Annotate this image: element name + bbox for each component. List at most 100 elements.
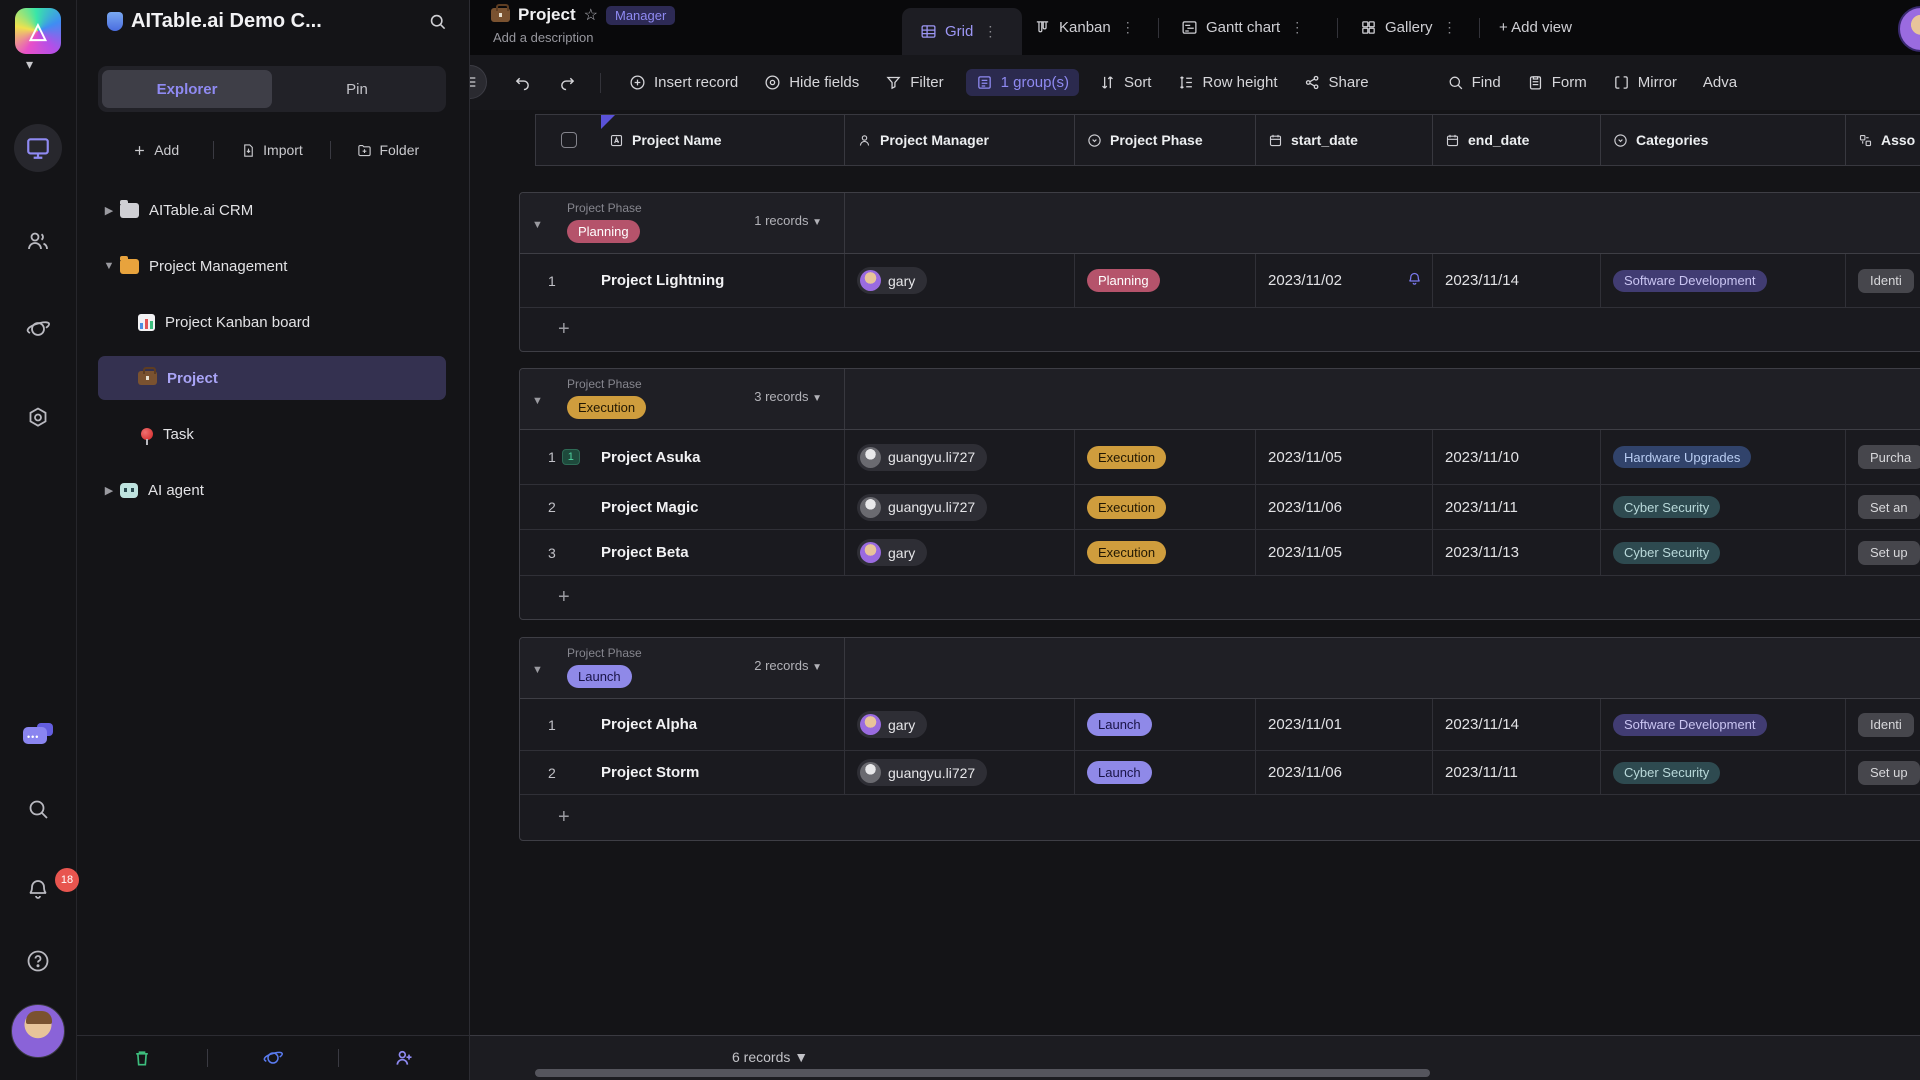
group-header[interactable]: ▼ Project Phase Execution 3 records ▼ <box>520 369 1920 430</box>
cell-project-name[interactable]: Project Storm <box>601 764 699 781</box>
table-row[interactable]: 2Project Magic guangyu.li727 Execution 2… <box>520 485 1920 530</box>
contacts-icon[interactable] <box>25 228 51 254</box>
hide-fields-button[interactable]: Hide fields <box>764 74 859 91</box>
cell-start-date[interactable]: 2023/11/06 <box>1268 764 1342 781</box>
space-title[interactable]: AITable.ai Demo C... <box>107 10 322 33</box>
tab-pin[interactable]: Pin <box>272 70 442 108</box>
chat-icon[interactable]: ••• <box>22 722 54 750</box>
find-button[interactable]: Find <box>1447 74 1501 91</box>
description-placeholder[interactable]: Add a description <box>493 30 593 45</box>
tree-item-project-selected[interactable]: Project <box>98 356 446 400</box>
cell-category[interactable]: Cyber Security <box>1613 762 1720 784</box>
import-button[interactable]: Import <box>214 142 329 158</box>
cell-project-manager[interactable]: gary <box>857 539 927 566</box>
add-record-row[interactable]: + <box>520 795 1920 840</box>
cell-project-manager[interactable]: guangyu.li727 <box>857 494 987 521</box>
cell-project-manager[interactable]: guangyu.li727 <box>857 444 987 471</box>
cell-project-phase[interactable]: Launch <box>1087 713 1152 736</box>
collaborator-avatar[interactable] <box>1898 6 1920 52</box>
group-header[interactable]: ▼ Project Phase Planning 1 records ▼ <box>520 193 1920 254</box>
cell-category[interactable]: Hardware Upgrades <box>1613 446 1751 468</box>
cell-project-phase[interactable]: Execution <box>1087 541 1166 564</box>
cell-end-date[interactable]: 2023/11/11 <box>1445 499 1518 516</box>
table-row[interactable]: 1Project Lightning gary Planning 2023/11… <box>520 254 1920 308</box>
tree-item-project-management-folder[interactable]: ▼ Project Management <box>98 244 446 288</box>
group-header[interactable]: ▼ Project Phase Launch 2 records ▼ <box>520 638 1920 699</box>
view-tab-gallery[interactable]: Gallery ⋮ <box>1360 0 1457 55</box>
tree-item-ai-agent[interactable]: ▶ AI agent <box>98 468 446 512</box>
filter-button[interactable]: Filter <box>885 74 943 91</box>
folder-button[interactable]: Folder <box>331 142 446 158</box>
invite-member-button[interactable] <box>339 1048 469 1068</box>
expand-arrow-icon[interactable]: ▼ <box>98 260 120 272</box>
group-record-count[interactable]: 3 records ▼ <box>754 389 822 404</box>
advanced-button[interactable]: Adva <box>1703 74 1737 91</box>
column-header-categories[interactable]: Categories <box>1601 115 1846 165</box>
add-record-row[interactable]: + <box>520 308 1920 351</box>
cell-start-date[interactable]: 2023/11/02 <box>1268 272 1342 289</box>
column-header-end-date[interactable]: end_date <box>1433 115 1601 165</box>
cell-association[interactable]: Set up <box>1858 761 1920 785</box>
group-collapse-icon[interactable]: ▼ <box>532 219 543 231</box>
cell-start-date[interactable]: 2023/11/05 <box>1268 449 1342 466</box>
cell-category[interactable]: Cyber Security <box>1613 542 1720 564</box>
form-button[interactable]: Form <box>1527 74 1587 91</box>
cell-end-date[interactable]: 2023/11/13 <box>1445 544 1519 561</box>
cell-project-name[interactable]: Project Lightning <box>601 272 724 289</box>
cell-category[interactable]: Software Development <box>1613 714 1767 736</box>
select-all-checkbox[interactable] <box>561 132 577 148</box>
datasheet-title[interactable]: Project ☆ Manager <box>491 5 675 25</box>
table-row[interactable]: 3Project Beta gary Execution 2023/11/05 … <box>520 530 1920 576</box>
cell-project-name[interactable]: Project Beta <box>601 544 689 561</box>
settings-icon[interactable] <box>25 404 51 430</box>
cell-start-date[interactable]: 2023/11/01 <box>1268 716 1342 733</box>
view-menu-icon[interactable]: ⋮ <box>1290 19 1304 36</box>
table-row[interactable]: 1Project Alpha gary Launch 2023/11/01 20… <box>520 699 1920 751</box>
view-tab-gantt[interactable]: Gantt chart ⋮ <box>1181 0 1304 55</box>
cell-start-date[interactable]: 2023/11/06 <box>1268 499 1342 516</box>
workbench-icon[interactable] <box>14 124 62 172</box>
notifications-bell-icon[interactable]: 18 <box>25 876 51 902</box>
help-icon[interactable] <box>25 948 51 974</box>
group-record-count[interactable]: 2 records ▼ <box>754 658 822 673</box>
tree-item-project-kanban-board[interactable]: Project Kanban board <box>98 300 446 344</box>
add-button[interactable]: Add <box>98 142 213 158</box>
insert-record-button[interactable]: Insert record <box>629 74 738 91</box>
chevron-down-icon[interactable]: ▾ <box>26 56 33 73</box>
view-tab-grid[interactable]: Grid ⋮ <box>902 8 1022 55</box>
add-record-row[interactable]: + <box>520 576 1920 619</box>
cell-end-date[interactable]: 2023/11/11 <box>1445 764 1518 781</box>
cell-category[interactable]: Software Development <box>1613 270 1767 292</box>
comment-count-badge[interactable]: 1 <box>562 449 580 465</box>
search-icon[interactable] <box>428 12 447 36</box>
tree-item-task[interactable]: Task <box>98 412 446 456</box>
share-button[interactable]: Share <box>1304 74 1369 91</box>
collapse-arrow-icon[interactable]: ▶ <box>98 484 120 497</box>
column-header-project-manager[interactable]: Project Manager <box>845 115 1075 165</box>
date-alarm-bell-icon[interactable] <box>1407 271 1422 290</box>
cell-association[interactable]: Purcha <box>1858 445 1920 469</box>
view-menu-icon[interactable]: ⋮ <box>1443 19 1457 36</box>
mirror-button[interactable]: Mirror <box>1613 74 1677 91</box>
cell-end-date[interactable]: 2023/11/10 <box>1445 449 1519 466</box>
global-search-icon[interactable] <box>25 796 51 822</box>
cell-association[interactable]: Set up <box>1858 541 1920 565</box>
cell-project-phase[interactable]: Execution <box>1087 446 1166 469</box>
planet-icon[interactable] <box>25 316 51 342</box>
tab-explorer[interactable]: Explorer <box>102 70 272 108</box>
row-height-button[interactable]: Row height <box>1177 74 1277 91</box>
add-view-button[interactable]: + Add view <box>1499 0 1572 55</box>
cell-end-date[interactable]: 2023/11/14 <box>1445 716 1519 733</box>
group-record-count[interactable]: 1 records ▼ <box>754 213 822 228</box>
cell-project-name[interactable]: Project Alpha <box>601 716 697 733</box>
cell-project-phase[interactable]: Planning <box>1087 269 1160 292</box>
view-tab-kanban[interactable]: Kanban ⋮ <box>1034 0 1135 55</box>
app-logo-icon[interactable]: △ <box>15 8 61 54</box>
group-collapse-icon[interactable]: ▼ <box>532 395 543 407</box>
cell-project-manager[interactable]: gary <box>857 267 927 294</box>
cell-project-manager[interactable]: guangyu.li727 <box>857 759 987 786</box>
total-record-count[interactable]: 6 records ▼ <box>732 1049 808 1065</box>
cell-start-date[interactable]: 2023/11/05 <box>1268 544 1342 561</box>
cell-project-name[interactable]: Project Asuka <box>601 449 701 466</box>
cell-project-phase[interactable]: Launch <box>1087 761 1152 784</box>
